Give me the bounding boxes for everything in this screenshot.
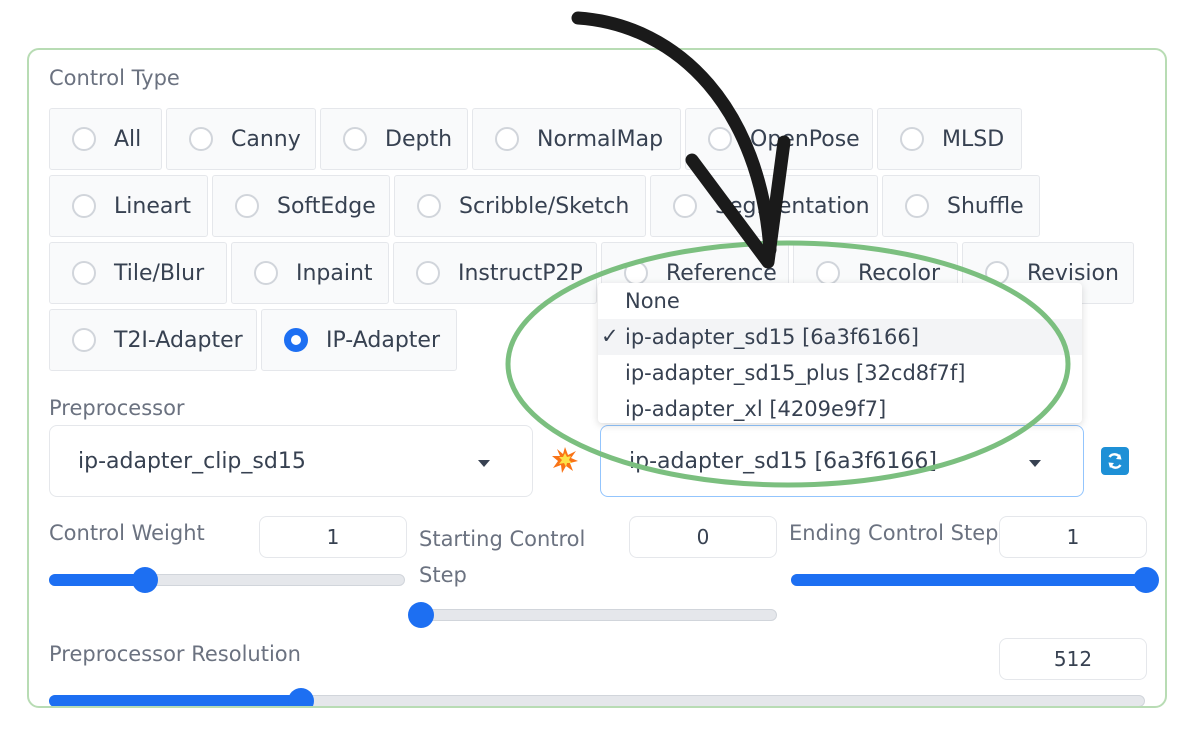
control-type-scribble-sketch[interactable]: Scribble/Sketch	[394, 175, 646, 237]
control-type-t2i-adapter[interactable]: T2I-Adapter	[49, 309, 257, 371]
radio-icon	[416, 261, 440, 285]
control-type-option-label: Canny	[231, 126, 301, 152]
control-type-all[interactable]: All	[49, 108, 162, 170]
control-type-ip-adapter[interactable]: IP-Adapter	[261, 309, 457, 371]
control-type-option-label: MLSD	[942, 126, 1005, 152]
chevron-down-icon	[478, 460, 490, 467]
ending-control-step-input[interactable]: 1	[999, 516, 1147, 558]
control-type-segmentation[interactable]: Segmentation	[650, 175, 878, 237]
control-type-shuffle[interactable]: Shuffle	[882, 175, 1040, 237]
model-select[interactable]: ip-adapter_sd15 [6a3f6166]	[600, 425, 1084, 497]
slider-fill	[49, 574, 146, 586]
control-type-option-label: InstructP2P	[458, 260, 583, 286]
preprocessor-resolution-slider[interactable]	[49, 686, 1145, 706]
control-type-tile-blur[interactable]: Tile/Blur	[49, 242, 227, 304]
control-type-canny[interactable]: Canny	[166, 108, 316, 170]
slider-thumb[interactable]	[132, 567, 159, 593]
control-type-option-label: NormalMap	[537, 126, 664, 152]
radio-icon	[72, 261, 96, 285]
control-type-option-label: Inpaint	[296, 260, 373, 286]
control-type-option-label: Reference	[666, 260, 777, 286]
starting-control-step-input[interactable]: 0	[629, 516, 777, 558]
starting-control-step-slider[interactable]	[408, 600, 777, 630]
preprocessor-resolution-input[interactable]: 512	[999, 638, 1147, 680]
control-type-option-label: Revision	[1027, 260, 1119, 286]
control-type-lineart[interactable]: Lineart	[49, 175, 208, 237]
radio-icon	[417, 194, 441, 218]
control-type-normalmap[interactable]: NormalMap	[472, 108, 681, 170]
control-type-option-label: Depth	[385, 126, 453, 152]
model-option-label: ip-adapter_sd15_plus [32cd8f7f]	[625, 361, 966, 385]
radio-icon	[254, 261, 278, 285]
refresh-models-button[interactable]	[1101, 447, 1129, 475]
preprocessor-select[interactable]: ip-adapter_clip_sd15	[49, 425, 533, 497]
slider-track	[421, 609, 777, 621]
radio-icon	[189, 127, 213, 151]
control-type-option-label: Recolor	[858, 260, 941, 286]
radio-icon	[816, 261, 840, 285]
control-type-mlsd[interactable]: MLSD	[877, 108, 1022, 170]
radio-icon	[624, 261, 648, 285]
radio-icon	[708, 127, 732, 151]
model-option-label: ip-adapter_sd15 [6a3f6166]	[625, 325, 919, 349]
ending-control-step-slider[interactable]	[791, 565, 1159, 595]
ending-control-step-label: Ending Control Step	[789, 521, 999, 545]
radio-icon	[343, 127, 367, 151]
radio-icon	[495, 127, 519, 151]
control-weight-slider[interactable]	[49, 565, 405, 595]
control-type-instructp2p[interactable]: InstructP2P	[393, 242, 597, 304]
run-preprocessor-button[interactable]	[551, 446, 579, 474]
model-option-ip-adapter-sd15-plus[interactable]: ip-adapter_sd15_plus [32cd8f7f]	[598, 355, 1082, 391]
radio-icon	[905, 194, 929, 218]
control-type-depth[interactable]: Depth	[320, 108, 468, 170]
radio-selected-icon	[284, 328, 308, 352]
slider-thumb[interactable]	[288, 688, 315, 706]
radio-icon	[72, 328, 96, 352]
control-type-option-label: Shuffle	[947, 193, 1024, 219]
radio-icon	[985, 261, 1009, 285]
preprocessor-resolution-label: Preprocessor Resolution	[49, 642, 301, 666]
model-option-ip-adapter-xl[interactable]: ip-adapter_xl [4209e9f7]	[598, 391, 1082, 423]
preprocessor-value: ip-adapter_clip_sd15	[78, 448, 306, 474]
radio-icon	[72, 194, 96, 218]
control-type-option-label: All	[114, 126, 142, 152]
refresh-icon	[1108, 453, 1122, 469]
control-weight-label: Control Weight	[49, 521, 205, 545]
control-type-option-label: Scribble/Sketch	[459, 193, 630, 219]
model-option-none[interactable]: None	[598, 283, 1082, 319]
control-type-option-label: SoftEdge	[277, 193, 376, 219]
control-type-option-label: Segmentation	[715, 193, 870, 219]
slider-thumb[interactable]	[408, 602, 434, 628]
control-type-option-label: T2I-Adapter	[114, 327, 243, 353]
radio-icon	[235, 194, 259, 218]
control-type-option-label: Lineart	[114, 193, 191, 219]
model-option-label: None	[625, 289, 680, 313]
starting-control-step-label: Starting Control Step	[419, 527, 586, 587]
radio-icon	[673, 194, 697, 218]
slider-fill	[791, 574, 1146, 586]
control-type-softedge[interactable]: SoftEdge	[212, 175, 390, 237]
model-option-label: ip-adapter_xl [4209e9f7]	[625, 397, 887, 421]
radio-icon	[72, 127, 96, 151]
chevron-down-icon	[1029, 460, 1041, 467]
control-type-inpaint[interactable]: Inpaint	[231, 242, 389, 304]
model-value: ip-adapter_sd15 [6a3f6166]	[629, 448, 937, 474]
control-type-option-label: Tile/Blur	[114, 260, 205, 286]
control-type-label: Control Type	[49, 66, 180, 90]
control-type-option-label: IP-Adapter	[326, 327, 441, 353]
slider-fill	[49, 695, 302, 706]
control-type-option-label: OpenPose	[750, 126, 860, 152]
explosion-icon	[552, 447, 578, 473]
control-weight-input[interactable]: 1	[259, 516, 407, 558]
model-option-ip-adapter-sd15[interactable]: ✓ ip-adapter_sd15 [6a3f6166]	[598, 319, 1082, 355]
control-type-openpose[interactable]: OpenPose	[685, 108, 873, 170]
model-dropdown-list: None ✓ ip-adapter_sd15 [6a3f6166] ip-ada…	[598, 283, 1082, 423]
radio-icon	[900, 127, 924, 151]
preprocessor-label: Preprocessor	[49, 396, 185, 420]
slider-thumb[interactable]	[1133, 567, 1159, 593]
checkmark-icon: ✓	[601, 324, 619, 348]
